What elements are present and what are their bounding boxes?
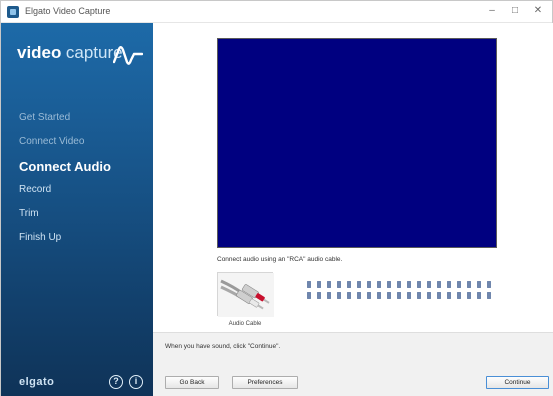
go-back-button[interactable]: Go Back [165,376,219,389]
help-button[interactable]: ? [109,375,123,389]
meter-segment [347,292,351,299]
maximize-button[interactable]: □ [504,3,526,19]
waveform-icon [113,46,143,65]
rca-cable-icon [218,273,274,317]
meter-segment [487,281,491,288]
elgato-brand: elgato [19,376,55,388]
meter-segment [367,292,371,299]
meter-segment [307,281,311,288]
meter-segment [477,281,481,288]
meter-segment [477,292,481,299]
meter-segment [327,281,331,288]
meter-segment [407,281,411,288]
footer-message: When you have sound, click "Continue". [165,343,281,350]
meter-segment [417,292,421,299]
meter-segment [347,281,351,288]
meter-segment [457,281,461,288]
app-logo: video capture [17,43,143,67]
footer-bar: When you have sound, click "Continue". G… [153,332,553,396]
meter-segment [437,281,441,288]
meter-segment [467,281,471,288]
step-get-started[interactable]: Get Started [19,111,149,135]
meter-segment [317,292,321,299]
preferences-button[interactable]: Preferences [232,376,298,389]
meter-segment [397,281,401,288]
meter-segment [387,281,391,288]
step-list: Get Started Connect Video Connect Audio … [19,111,149,255]
meter-segment [437,292,441,299]
minimize-button[interactable]: – [481,3,503,19]
step-trim[interactable]: Trim [19,207,149,231]
step-record[interactable]: Record [19,183,149,207]
step-finish-up[interactable]: Finish Up [19,231,149,255]
meter-segment [377,292,381,299]
meter-segment [467,292,471,299]
meter-segment [427,292,431,299]
info-button[interactable]: i [129,375,143,389]
title-bar: Elgato Video Capture – □ ✕ [1,1,552,23]
video-preview [217,38,497,248]
step-connect-video[interactable]: Connect Video [19,135,149,159]
meter-segment [337,281,341,288]
logo-word-video: video [17,43,62,62]
meter-segment [387,292,391,299]
meter-segment [447,281,451,288]
meter-segment [417,281,421,288]
app-window: Elgato Video Capture – □ ✕ video capture… [0,0,553,396]
window-title: Elgato Video Capture [25,6,111,16]
meter-segment [407,292,411,299]
meter-segment [447,292,451,299]
meter-segment [367,281,371,288]
meter-segment [427,281,431,288]
meter-segment [377,281,381,288]
meter-segment [307,292,311,299]
sidebar: video capture Get Started Connect Video … [1,23,153,396]
meter-segment [357,292,361,299]
close-button[interactable]: ✕ [527,3,549,19]
audio-instruction: Connect audio using an "RCA" audio cable… [217,256,343,263]
audio-cable-image [217,272,274,317]
meter-segment [337,292,341,299]
continue-button[interactable]: Continue [486,376,549,389]
meter-segment [357,281,361,288]
meter-segment [397,292,401,299]
meter-segment [317,281,321,288]
meter-segment [457,292,461,299]
audio-cable-label: Audio Cable [228,321,262,327]
meter-segment [487,292,491,299]
meter-segment [327,292,331,299]
step-connect-audio[interactable]: Connect Audio [19,159,149,183]
app-icon [7,6,19,18]
